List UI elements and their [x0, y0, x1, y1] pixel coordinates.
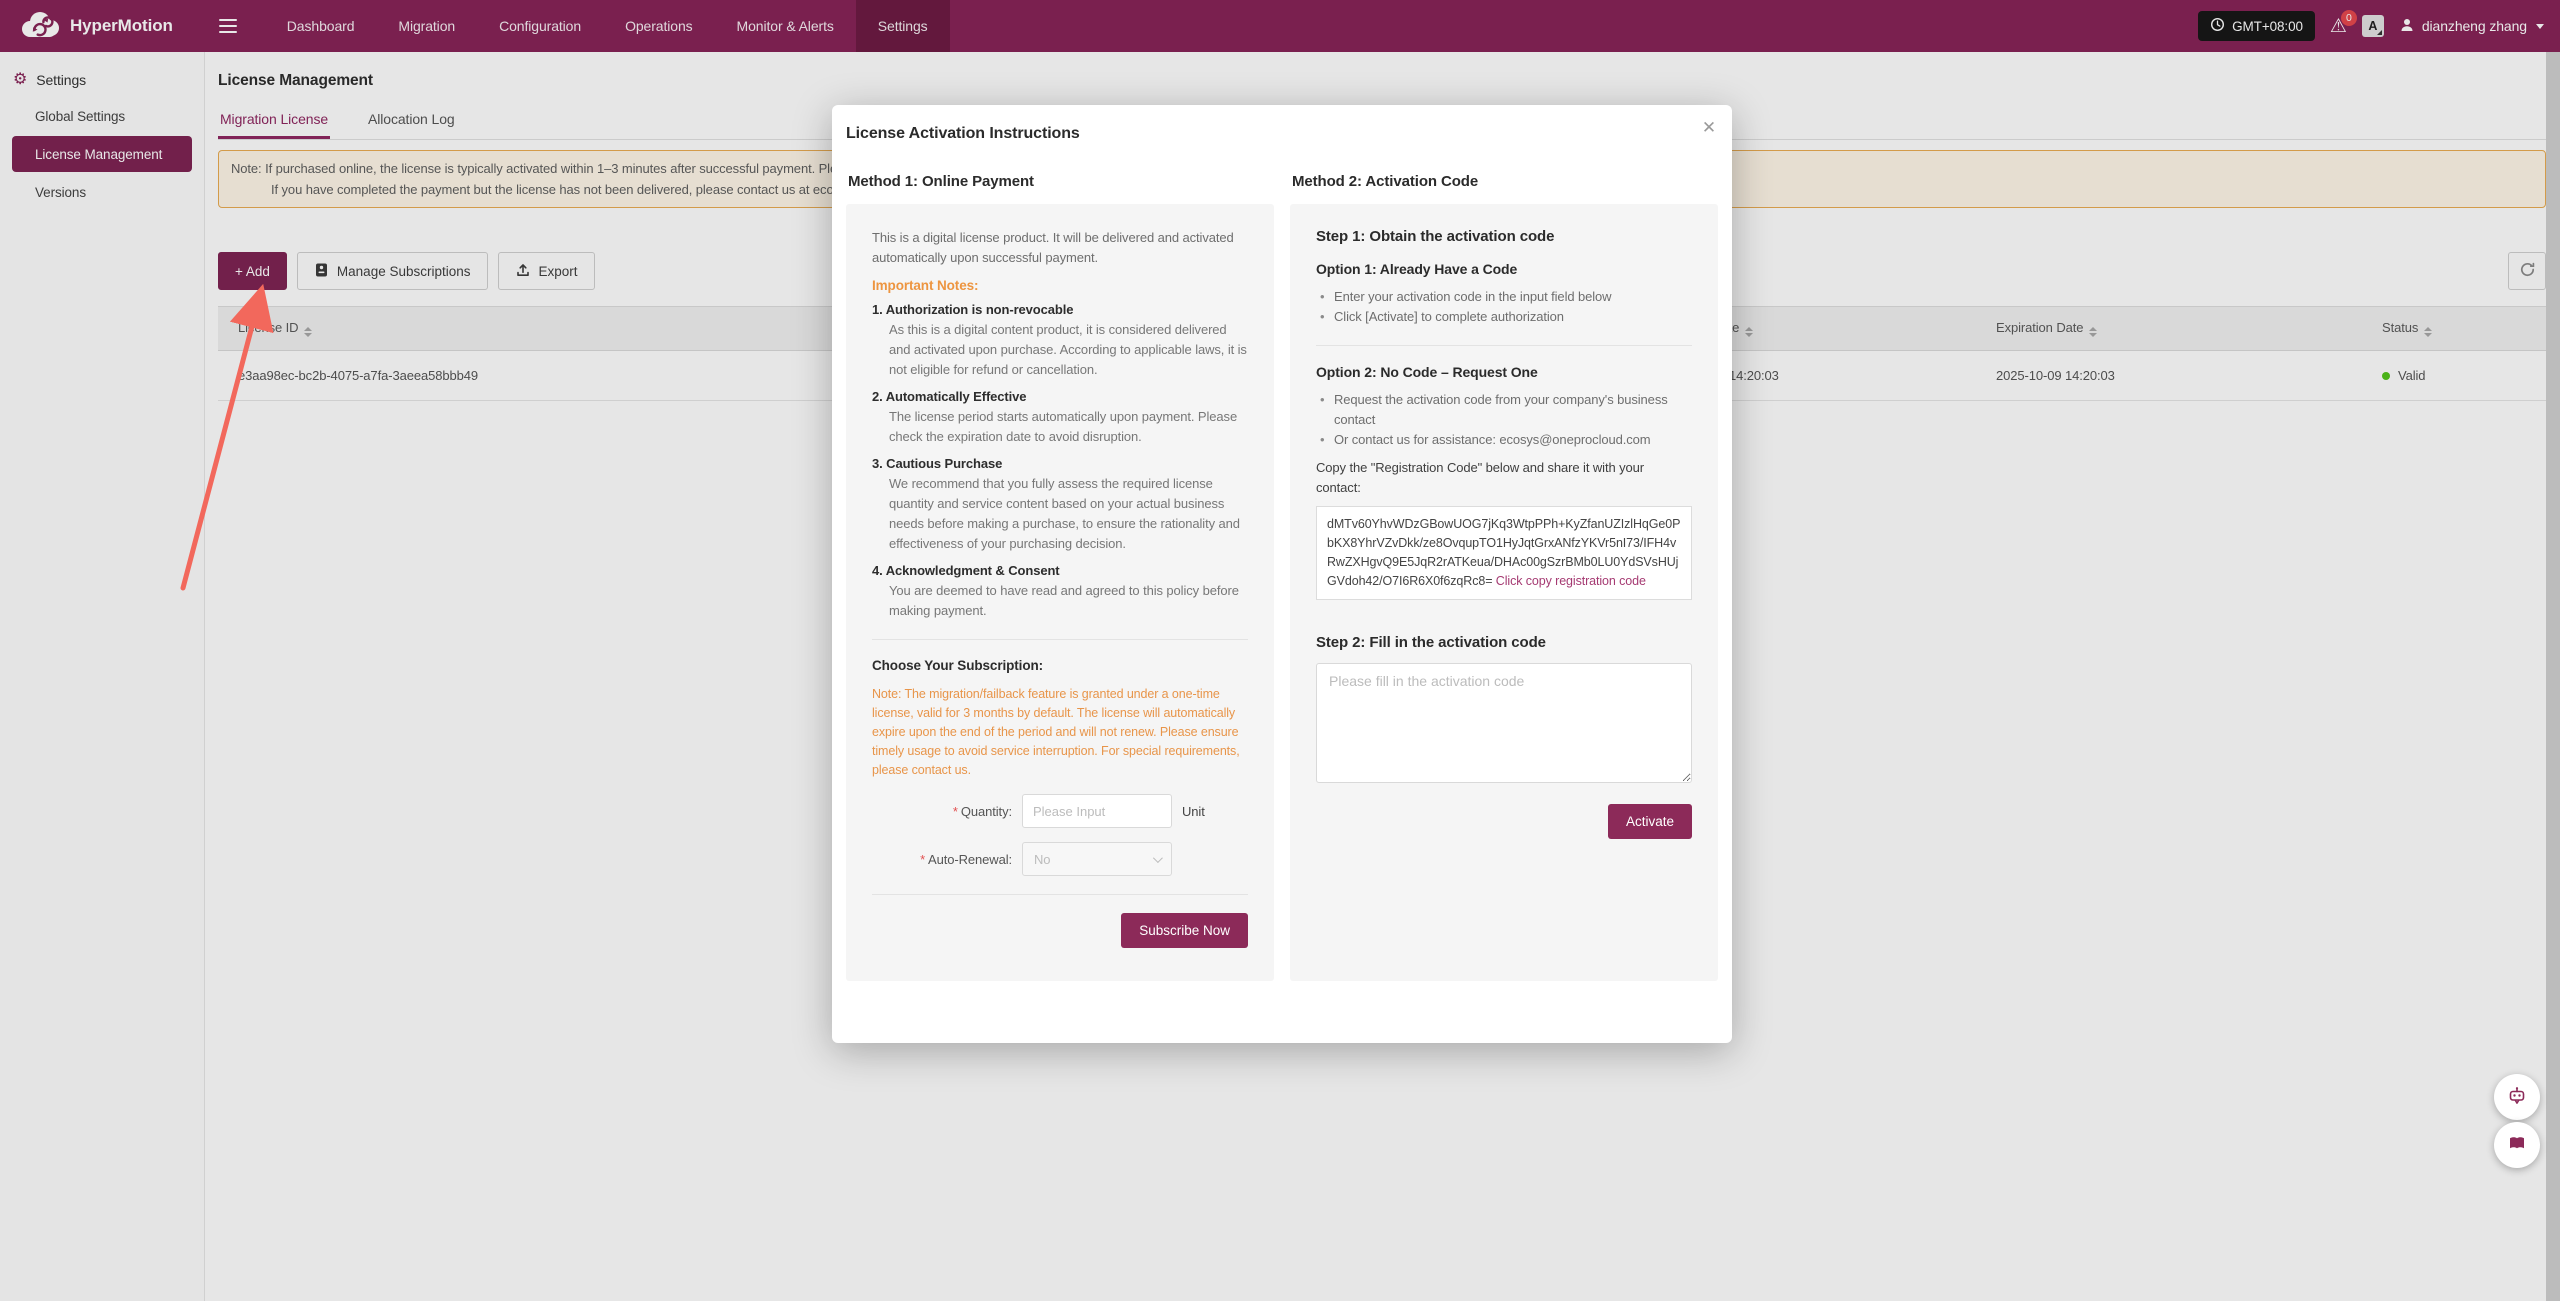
note-item: 1. Authorization is non-revocable As thi…	[872, 300, 1248, 380]
note-item: 2. Automatically Effective The license p…	[872, 387, 1248, 447]
auto-renewal-select[interactable]: No	[1022, 842, 1172, 876]
book-icon	[2507, 1133, 2527, 1158]
method2-column: Method 2: Activation Code Step 1: Obtain…	[1290, 173, 1718, 981]
assistant-robot-button[interactable]	[2494, 1074, 2540, 1120]
quantity-label: Quantity:	[961, 804, 1012, 819]
auto-renewal-label: Auto-Renewal:	[928, 852, 1012, 867]
note-item: 3. Cautious Purchase We recommend that y…	[872, 454, 1248, 554]
modal-title: License Activation Instructions	[846, 125, 1718, 143]
option2-heading: Option 2: No Code – Request One	[1316, 364, 1692, 380]
registration-code-box: dMTv60YhvWDzGBowUOG7jKq3WtpPPh+KyZfanUZI…	[1316, 506, 1692, 600]
bullet-item: Enter your activation code in the input …	[1320, 287, 1692, 307]
note-item: 4. Acknowledgment & Consent You are deem…	[872, 561, 1248, 621]
option2-bullets: Request the activation code from your co…	[1320, 390, 1692, 450]
bullet-item: Or contact us for assistance: ecosys@one…	[1320, 430, 1692, 450]
bullet-item: Click [Activate] to complete authorizati…	[1320, 307, 1692, 327]
method1-column: Method 1: Online Payment This is a digit…	[846, 173, 1274, 981]
divider	[872, 894, 1248, 895]
activation-code-textarea[interactable]	[1316, 663, 1692, 783]
auto-renewal-row: *Auto-Renewal: No	[872, 842, 1222, 876]
activate-button[interactable]: Activate	[1608, 804, 1692, 839]
method1-panel: This is a digital license product. It wi…	[846, 204, 1274, 981]
bullet-item: Request the activation code from your co…	[1320, 390, 1692, 430]
subscription-note: Note: The migration/failback feature is …	[872, 685, 1248, 780]
divider	[1316, 345, 1692, 346]
license-activation-modal: License Activation Instructions ✕ Method…	[832, 105, 1732, 1043]
robot-icon	[2506, 1084, 2528, 1111]
method2-heading: Method 2: Activation Code	[1292, 173, 1718, 190]
chevron-down-icon	[1153, 853, 1163, 863]
docs-book-button[interactable]	[2494, 1122, 2540, 1168]
option1-bullets: Enter your activation code in the input …	[1320, 287, 1692, 327]
quantity-input[interactable]	[1022, 794, 1172, 828]
important-notes-label: Important Notes:	[872, 278, 1248, 293]
copy-registration-code-link[interactable]: Click copy registration code	[1496, 574, 1646, 588]
copy-instruction: Copy the "Registration Code" below and s…	[1316, 458, 1692, 498]
method1-heading: Method 1: Online Payment	[848, 173, 1274, 190]
close-icon[interactable]: ✕	[1702, 119, 1716, 136]
step1-heading: Step 1: Obtain the activation code	[1316, 228, 1692, 245]
app-root: HyperMotion Dashboard Migration Configur…	[0, 0, 2560, 1301]
subscription-heading: Choose Your Subscription:	[872, 658, 1248, 673]
unit-label: Unit	[1182, 804, 1222, 819]
divider	[872, 639, 1248, 640]
method1-intro: This is a digital license product. It wi…	[872, 228, 1248, 268]
quantity-row: *Quantity: Unit	[872, 794, 1222, 828]
method2-panel: Step 1: Obtain the activation code Optio…	[1290, 204, 1718, 981]
subscribe-now-button[interactable]: Subscribe Now	[1121, 913, 1248, 948]
step2-heading: Step 2: Fill in the activation code	[1316, 634, 1692, 651]
option1-heading: Option 1: Already Have a Code	[1316, 261, 1692, 277]
